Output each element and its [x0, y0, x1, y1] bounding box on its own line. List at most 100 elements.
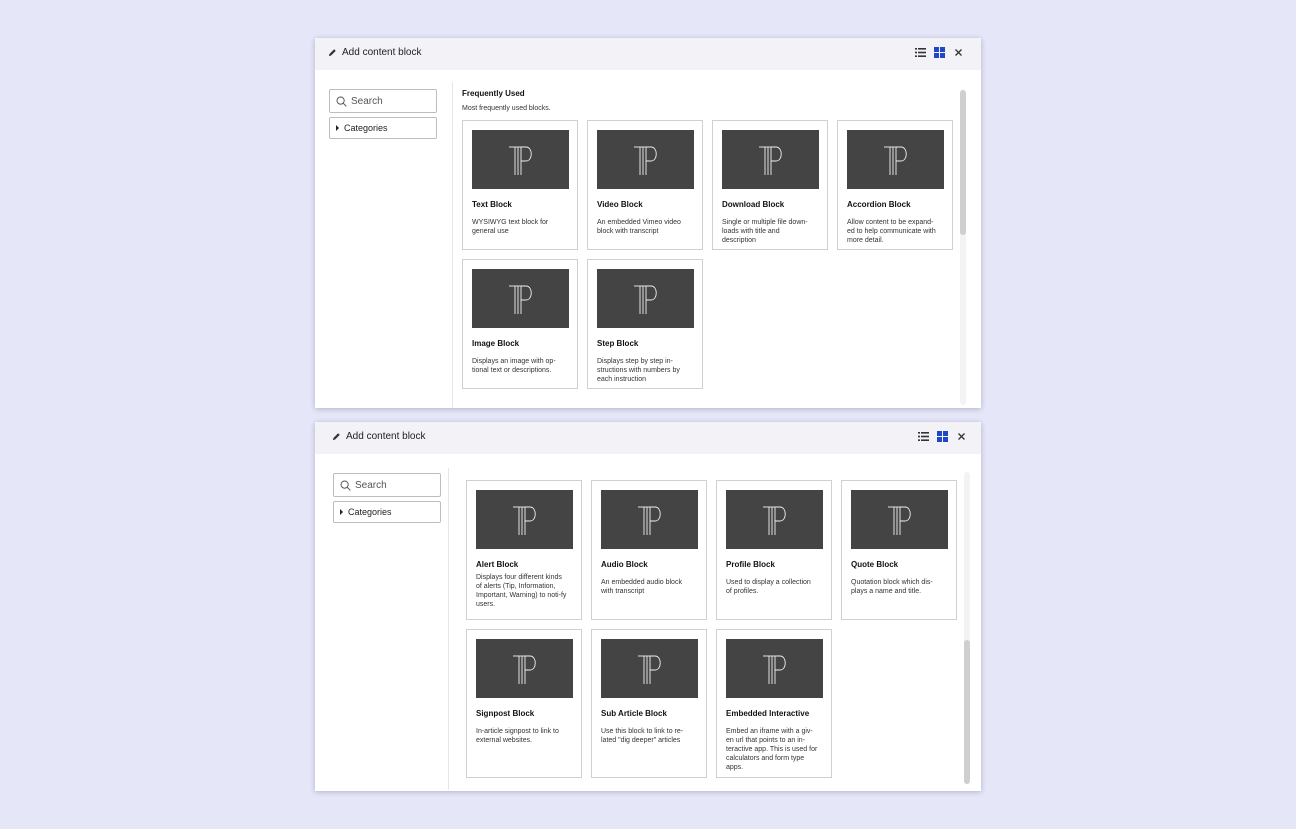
block-card[interactable]: Video Block An embedded Vimeo video block… [587, 120, 703, 250]
dialog-title: Add content block [328, 47, 422, 58]
tp-logo-icon [762, 655, 786, 684]
block-description: WYSIWYG text block for general use [472, 219, 549, 235]
block-description: Displays four different kinds of alerts … [476, 574, 567, 608]
block-description: Embed an iframe with a giv-en url that p… [726, 728, 818, 771]
blocks-content: Alert Block Displays four different kinds… [466, 480, 957, 778]
block-card[interactable]: Alert Block Displays four different kinds… [466, 480, 582, 620]
dialog-sidebar: Categories [333, 473, 441, 523]
scrollbar-thumb[interactable] [960, 90, 966, 235]
blocks-content: Frequently Used Most frequently used blo… [462, 89, 953, 389]
scrollbar-thumb[interactable] [964, 640, 970, 784]
block-card[interactable]: Step Block Displays step by step in-struc… [587, 259, 703, 389]
block-title: Quote Block [851, 560, 899, 569]
block-title: Signpost Block [476, 709, 535, 718]
sidebar-divider [452, 82, 453, 408]
block-description: An embedded Vimeo video block with trans… [597, 219, 681, 235]
grid-view-icon[interactable] [934, 47, 945, 58]
block-thumbnail [601, 639, 698, 698]
content-scrollbar[interactable] [964, 472, 970, 784]
block-title: Step Block [597, 339, 639, 348]
search-input[interactable] [351, 95, 431, 107]
categories-label: Categories [344, 123, 388, 133]
search-icon [336, 96, 347, 107]
block-title: Sub Article Block [601, 709, 667, 718]
tp-logo-icon [762, 506, 786, 535]
block-card[interactable]: Audio Block An embedded audio block with … [591, 480, 707, 620]
block-description: Single or multiple file down-loads with … [722, 219, 808, 244]
block-title: Profile Block [726, 560, 775, 569]
tp-logo-icon [512, 506, 536, 535]
tp-logo-icon [637, 655, 661, 684]
block-card[interactable]: Accordion Block Allow content to be expan… [837, 120, 953, 250]
list-view-icon[interactable] [915, 47, 926, 58]
tp-logo-icon [883, 146, 907, 175]
tp-logo-icon [758, 146, 782, 175]
block-title: Image Block [472, 339, 520, 348]
categories-label: Categories [348, 507, 392, 517]
search-field[interactable] [333, 473, 441, 497]
dialog-sidebar: Categories [329, 89, 437, 139]
blocks-grid: Alert Block Displays four different kinds… [466, 480, 957, 778]
close-icon[interactable] [956, 431, 967, 442]
dialog-title: Add content block [332, 431, 426, 442]
section-title: Frequently Used [462, 89, 525, 98]
categories-toggle[interactable]: Categories [333, 501, 441, 523]
block-title: Video Block [597, 200, 643, 209]
tp-logo-icon [887, 506, 911, 535]
block-description: Displays an image with op-tional text or… [472, 358, 556, 374]
caret-right-icon [336, 125, 339, 131]
tp-logo-icon [637, 506, 661, 535]
block-title: Accordion Block [847, 200, 911, 209]
block-card[interactable]: Signpost Block In-article signpost to lin… [466, 629, 582, 778]
block-card[interactable]: Quote Block Quotation block which dis-pla… [841, 480, 957, 620]
block-description: An embedded audio block with transcript [601, 579, 682, 595]
block-thumbnail [597, 130, 694, 189]
block-thumbnail [726, 490, 823, 549]
block-thumbnail [597, 269, 694, 328]
block-description: Quotation block which dis-plays a name a… [851, 579, 933, 595]
block-description: Displays step by step in-structions with… [597, 358, 680, 383]
block-card[interactable]: Download Block Single or multiple file do… [712, 120, 828, 250]
block-title: Embedded Interactive [726, 709, 810, 718]
block-title: Audio Block [601, 560, 648, 569]
categories-toggle[interactable]: Categories [329, 117, 437, 139]
content-scrollbar[interactable] [960, 90, 966, 405]
dialog-toolbar [918, 431, 967, 442]
block-card[interactable]: Image Block Displays an image with op-tio… [462, 259, 578, 389]
block-description: Allow content to be expand-ed to help co… [847, 219, 936, 244]
block-thumbnail [726, 639, 823, 698]
block-thumbnail [722, 130, 819, 189]
search-icon [340, 480, 351, 491]
block-card[interactable]: Sub Article Block Use this block to link … [591, 629, 707, 778]
block-card[interactable]: Embedded Interactive Embed an iframe with… [716, 629, 832, 778]
block-description: In-article signpost to link to external … [476, 728, 559, 744]
block-title: Text Block [472, 200, 512, 209]
sidebar-divider [448, 468, 449, 790]
caret-right-icon [340, 509, 343, 515]
search-input[interactable] [355, 479, 435, 491]
section-description: Most frequently used blocks. [462, 105, 551, 112]
pencil-icon [332, 433, 340, 441]
block-thumbnail [476, 490, 573, 549]
block-thumbnail [472, 269, 569, 328]
close-icon[interactable] [953, 47, 964, 58]
block-card[interactable]: Profile Block Used to display a collectio… [716, 480, 832, 620]
grid-view-icon[interactable] [937, 431, 948, 442]
tp-logo-icon [508, 285, 532, 314]
block-thumbnail [847, 130, 944, 189]
list-view-icon[interactable] [918, 431, 929, 442]
block-thumbnail [601, 490, 698, 549]
block-description: Used to display a collection of profiles… [726, 579, 811, 595]
dialog-title-text: Add content block [346, 431, 426, 442]
block-title: Download Block [722, 200, 785, 209]
tp-logo-icon [633, 146, 657, 175]
block-thumbnail [476, 639, 573, 698]
block-thumbnail [472, 130, 569, 189]
search-field[interactable] [329, 89, 437, 113]
tp-logo-icon [633, 285, 657, 314]
block-title: Alert Block [476, 560, 519, 569]
add-content-block-dialog: Add content block [315, 422, 981, 791]
dialog-titlebar: Add content block [315, 38, 981, 70]
tp-logo-icon [512, 655, 536, 684]
block-card[interactable]: Text Block WYSIWYG text block for general… [462, 120, 578, 250]
